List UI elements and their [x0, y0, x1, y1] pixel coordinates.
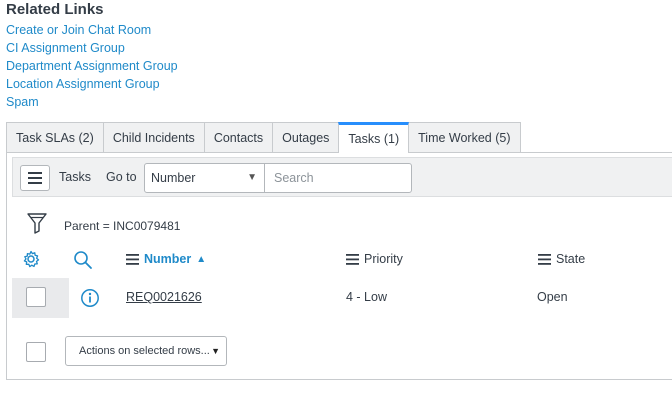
- tab-outages[interactable]: Outages: [272, 122, 340, 152]
- related-links-title: Related Links: [6, 1, 104, 18]
- actions-select[interactable]: Actions on selected rows... ▼: [65, 336, 227, 366]
- tab-tasks[interactable]: Tasks (1): [338, 122, 410, 153]
- link-location-assignment-group[interactable]: Location Assignment Group: [6, 75, 178, 93]
- goto-field-value: Number: [151, 171, 196, 185]
- filter-icon[interactable]: [27, 212, 47, 234]
- link-ci-assignment-group[interactable]: CI Assignment Group: [6, 39, 178, 57]
- link-department-assignment-group[interactable]: Department Assignment Group: [6, 57, 178, 75]
- row-priority: 4 - Low: [346, 290, 387, 304]
- column-header-number[interactable]: Number ▲: [126, 249, 206, 269]
- search-icon[interactable]: [73, 250, 93, 270]
- column-header-state[interactable]: State: [538, 249, 585, 269]
- search-input[interactable]: [264, 163, 412, 193]
- row-number-link[interactable]: REQ0021626: [126, 290, 202, 304]
- link-spam[interactable]: Spam: [6, 93, 178, 111]
- actions-label: Actions on selected rows...: [79, 345, 210, 357]
- tab-contacts[interactable]: Contacts: [203, 122, 274, 152]
- column-menu-icon[interactable]: [538, 253, 551, 265]
- goto-label: Go to: [106, 170, 137, 184]
- caret-down-icon: ▼: [247, 172, 257, 183]
- related-lists-tabs: Task SLAs (2) Child Incidents Contacts O…: [6, 122, 521, 153]
- list-menu-button[interactable]: [20, 165, 50, 191]
- filter-breadcrumb[interactable]: Parent = INC0079481: [64, 219, 180, 233]
- link-create-join-chat-room[interactable]: Create or Join Chat Room: [6, 21, 178, 39]
- column-header-priority[interactable]: Priority: [346, 249, 403, 269]
- info-icon[interactable]: [80, 288, 100, 308]
- column-label-number: Number: [144, 252, 192, 266]
- related-links-list: Create or Join Chat Room CI Assignment G…: [6, 21, 178, 111]
- tab-time-worked[interactable]: Time Worked (5): [408, 122, 521, 152]
- column-menu-icon[interactable]: [346, 253, 359, 265]
- tab-task-slas[interactable]: Task SLAs (2): [6, 122, 104, 152]
- column-label-state: State: [556, 252, 586, 266]
- goto-field-select[interactable]: Number ▼: [144, 163, 265, 193]
- caret-down-icon: ▼: [211, 346, 220, 356]
- row-select-cell: [12, 278, 69, 318]
- list-toolbar: Tasks Go to Number ▼: [12, 157, 672, 197]
- sort-ascending-icon: ▲: [196, 253, 207, 265]
- gear-icon[interactable]: [22, 250, 40, 268]
- table-row: REQ0021626 4 - Low Open: [12, 278, 672, 318]
- select-all-checkbox[interactable]: [26, 342, 46, 362]
- column-menu-icon[interactable]: [126, 253, 139, 265]
- row-checkbox[interactable]: [26, 287, 46, 307]
- column-label-priority: Priority: [364, 252, 403, 266]
- list-title: Tasks: [59, 170, 91, 184]
- hamburger-icon: [28, 172, 42, 184]
- tasks-list-panel: Tasks Go to Number ▼ Parent = INC0079481…: [6, 152, 672, 380]
- row-state: Open: [537, 290, 568, 304]
- tab-child-incidents[interactable]: Child Incidents: [102, 122, 205, 152]
